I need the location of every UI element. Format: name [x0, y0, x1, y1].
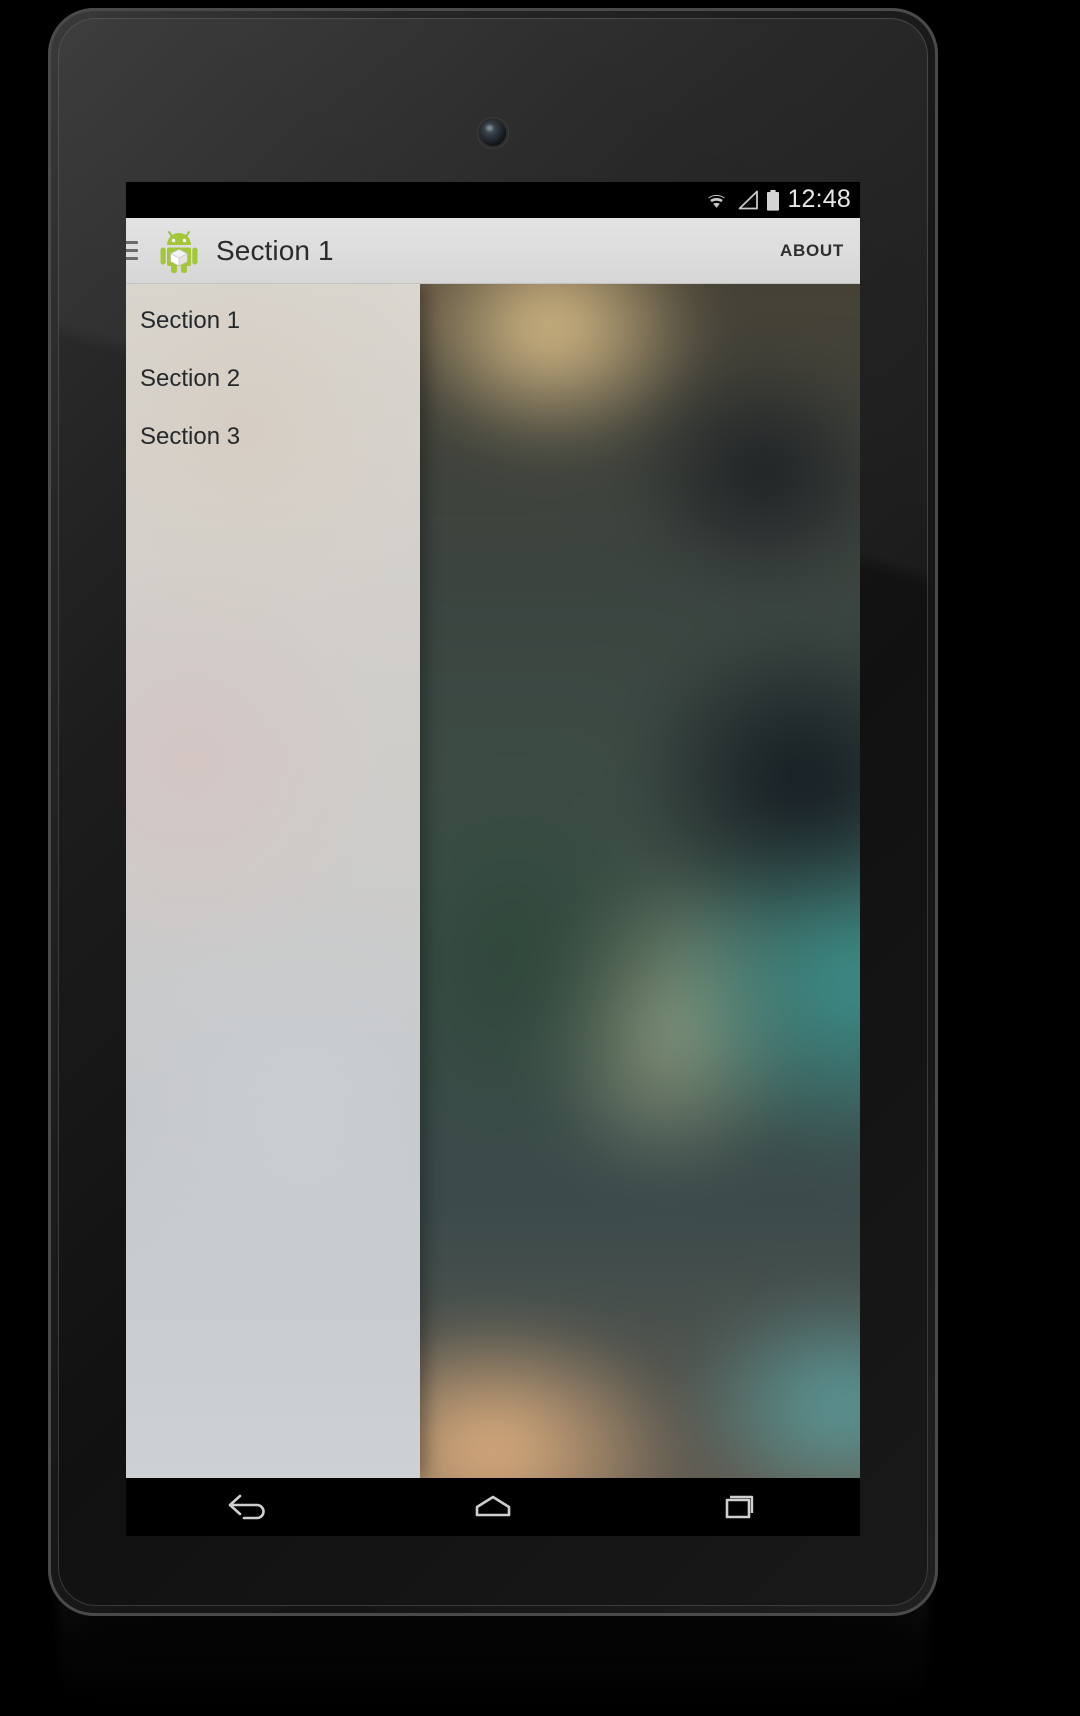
- status-bar: 12:48: [126, 182, 860, 218]
- recents-icon: [725, 1495, 753, 1519]
- hamburger-bar: [126, 241, 138, 244]
- system-navigation-bar: [126, 1478, 860, 1536]
- status-bar-clock: 12:48: [787, 185, 851, 213]
- hamburger-bar: [126, 257, 138, 260]
- page-title: Section 1: [216, 234, 334, 266]
- back-button[interactable]: [193, 1478, 303, 1536]
- front-camera-icon: [480, 120, 506, 146]
- recents-button[interactable]: [683, 1478, 793, 1536]
- drawer-item-label: Section 1: [140, 307, 241, 334]
- device-screen: Section 1 Section 2 Section 3 12:48 Sect…: [126, 182, 860, 1478]
- drawer-item-list: Section 1 Section 2 Section 3: [126, 284, 420, 466]
- back-arrow-icon: [229, 1494, 266, 1520]
- drawer-item-label: Section 2: [140, 365, 241, 392]
- drawer-item-section-2[interactable]: Section 2: [126, 350, 420, 408]
- home-icon: [475, 1495, 511, 1517]
- action-bar: Section 1 ABOUT: [126, 218, 860, 284]
- battery-icon: [766, 189, 780, 211]
- android-robot-icon: [160, 230, 198, 273]
- about-button[interactable]: ABOUT: [780, 241, 844, 261]
- home-button[interactable]: [438, 1478, 548, 1536]
- drawer-item-section-3[interactable]: Section 3: [126, 408, 420, 466]
- hamburger-bar: [126, 249, 138, 252]
- navigation-drawer[interactable]: Section 1 Section 2 Section 3: [126, 284, 420, 1478]
- signal-icon: [737, 190, 759, 210]
- wifi-icon: [703, 190, 730, 210]
- hamburger-menu-icon[interactable]: [126, 241, 146, 260]
- drawer-item-section-1[interactable]: Section 1: [126, 292, 420, 350]
- drawer-item-label: Section 3: [140, 423, 241, 450]
